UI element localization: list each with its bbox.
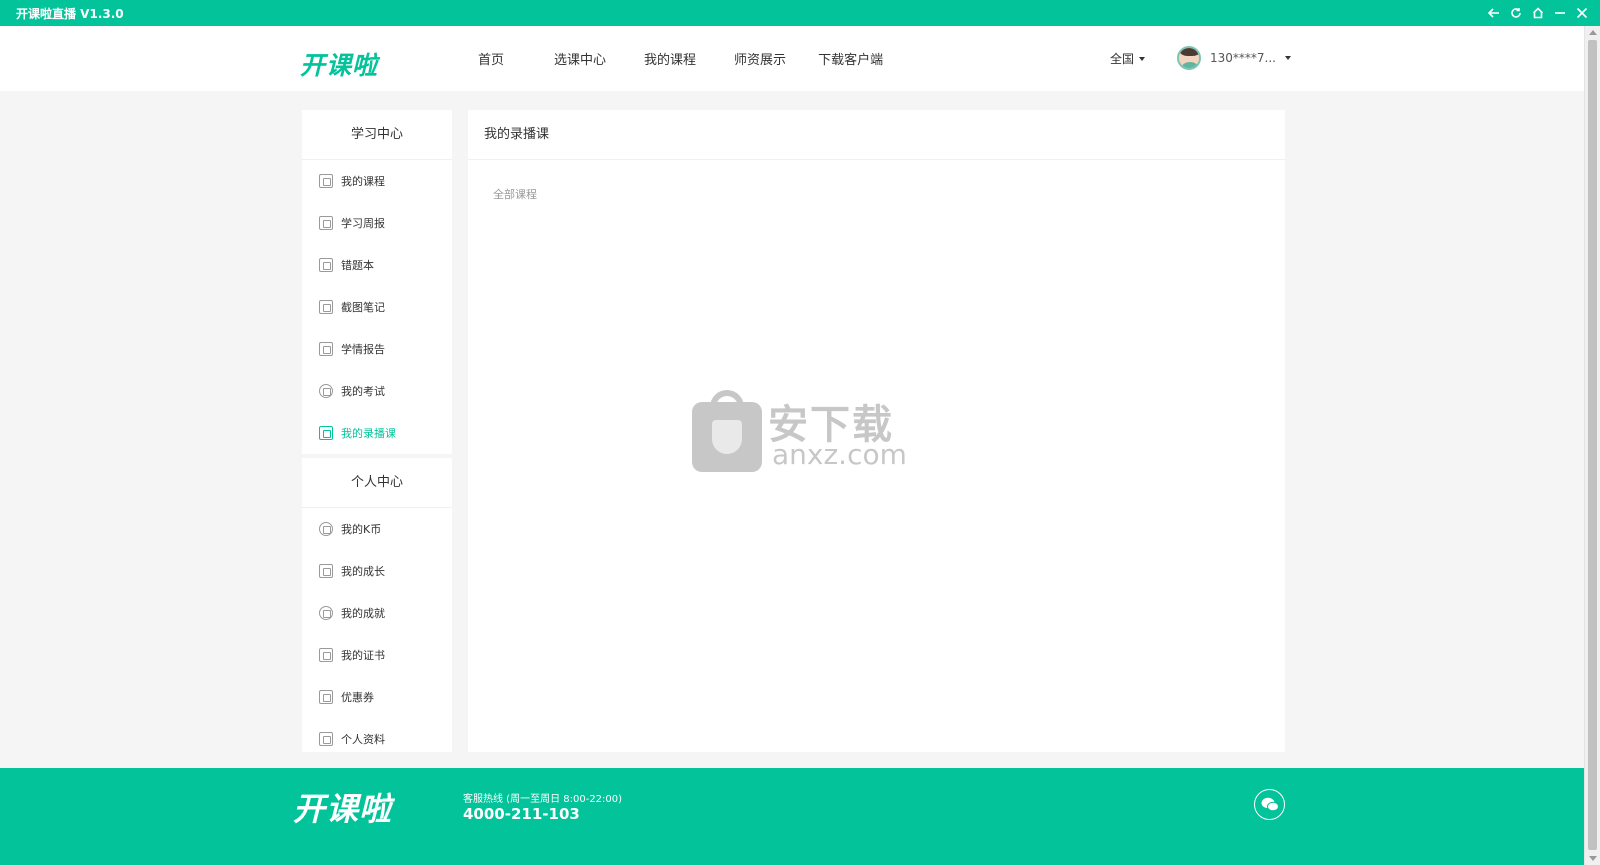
watermark-en: anxz.com [772, 438, 907, 471]
hotline-label: 客服热线 (周一至周日 8:00-22:00) [463, 794, 623, 805]
minimize-icon[interactable] [1552, 5, 1568, 21]
nav-home[interactable]: 首页 [478, 49, 504, 68]
sidebar-item-label: 截图笔记 [341, 301, 385, 314]
sidebar-item-label: 学习周报 [341, 217, 385, 230]
medal-icon [319, 606, 333, 620]
main-nav: 首页 选课中心 我的课程 师资展示 下载客户端 [478, 26, 883, 91]
window-controls [1486, 0, 1590, 26]
user-name: 130****7... [1210, 51, 1276, 65]
wechat-icon[interactable] [1254, 789, 1285, 820]
sidebar-item-label: 我的成长 [341, 565, 385, 578]
sidebar-item-coupons[interactable]: 优惠券 [302, 676, 452, 718]
nav-download-client[interactable]: 下载客户端 [818, 49, 883, 68]
chevron-down-icon [1284, 56, 1291, 60]
sidebar-item-label: 个人资料 [341, 733, 385, 746]
coin-icon [319, 522, 333, 536]
nav-teachers[interactable]: 师资展示 [734, 49, 786, 68]
brand-logo[interactable]: 开课啦 [300, 46, 378, 82]
footer-logo: 开课啦 [293, 790, 393, 828]
close-icon[interactable] [1574, 5, 1590, 21]
shield-icon [712, 420, 742, 454]
footer: 开课啦 客服热线 (周一至周日 8:00-22:00) 4000-211-103 [0, 768, 1584, 865]
question-book-icon [319, 258, 333, 272]
sidebar-item-achievements[interactable]: 我的成就 [302, 592, 452, 634]
home-icon[interactable] [1530, 5, 1546, 21]
sidebar-item-learning-report[interactable]: 学情报告 [302, 328, 452, 370]
personal-center-title: 个人中心 [302, 458, 452, 508]
sidebar-item-label: 我的证书 [341, 649, 385, 662]
sidebar-item-k-coins[interactable]: 我的K币 [302, 508, 452, 550]
back-icon[interactable] [1486, 5, 1502, 21]
sidebar-item-screenshot-notes[interactable]: 截图笔记 [302, 286, 452, 328]
avatar [1177, 46, 1201, 70]
sidebar-item-profile[interactable]: 个人资料 [302, 718, 452, 760]
watermark: 安下载 anxz.com [692, 390, 907, 475]
sidebar-item-label: 我的课程 [341, 175, 385, 188]
filter-all-courses[interactable]: 全部课程 [493, 186, 537, 202]
screenshot-icon [319, 300, 333, 314]
scroll-down-icon[interactable] [1589, 856, 1597, 861]
sidebar-item-label: 错题本 [341, 259, 374, 272]
sidebar-item-label: 我的K币 [341, 523, 382, 536]
sidebar-item-label: 我的录播课 [341, 427, 396, 440]
sidebar-item-label: 优惠券 [341, 691, 374, 704]
nav-my-courses[interactable]: 我的课程 [644, 49, 696, 68]
title-bar: 开课啦直播 V1.3.0 [0, 0, 1600, 26]
top-header: 开课啦 首页 选课中心 我的课程 师资展示 下载客户端 全国 130****7.… [0, 26, 1584, 91]
page-scrollbar[interactable] [1584, 26, 1600, 865]
page-title: 我的录播课 [468, 110, 1285, 160]
study-center-title: 学习中心 [302, 110, 452, 160]
coupon-icon [319, 690, 333, 704]
nav-course-center[interactable]: 选课中心 [554, 49, 606, 68]
scroll-thumb[interactable] [1588, 40, 1597, 850]
chevron-down-icon [1139, 56, 1146, 61]
refresh-icon[interactable] [1508, 5, 1524, 21]
pen-icon [319, 384, 333, 398]
region-label: 全国 [1110, 52, 1135, 66]
profile-card-icon [319, 732, 333, 746]
sidebar-item-label: 我的成就 [341, 607, 385, 620]
sprout-icon [319, 564, 333, 578]
sidebar-item-my-courses[interactable]: 我的课程 [302, 160, 452, 202]
sidebar-item-recorded-courses[interactable]: 我的录播课 [302, 412, 452, 454]
report-icon [319, 216, 333, 230]
sidebar-item-label: 学情报告 [341, 343, 385, 356]
hotline-phone: 4000-211-103 [463, 805, 580, 823]
scroll-up-icon[interactable] [1589, 30, 1597, 35]
monitor-icon [319, 174, 333, 188]
user-menu[interactable]: 130****7... [1177, 46, 1291, 70]
app-title: 开课啦直播 V1.3.0 [16, 6, 124, 21]
sidebar-item-weekly-report[interactable]: 学习周报 [302, 202, 452, 244]
sidebar-item-mistake-book[interactable]: 错题本 [302, 244, 452, 286]
certificate-icon [319, 648, 333, 662]
sidebar: 学习中心 我的课程 学习周报 错题本 截图笔记 学情报告 我的考试 我的录播课 … [302, 110, 452, 752]
sidebar-item-growth[interactable]: 我的成长 [302, 550, 452, 592]
chart-report-icon [319, 342, 333, 356]
sidebar-item-certificates[interactable]: 我的证书 [302, 634, 452, 676]
sidebar-item-my-exams[interactable]: 我的考试 [302, 370, 452, 412]
region-selector[interactable]: 全国 [1110, 50, 1146, 67]
video-icon [319, 426, 333, 440]
sidebar-item-label: 我的考试 [341, 385, 385, 398]
